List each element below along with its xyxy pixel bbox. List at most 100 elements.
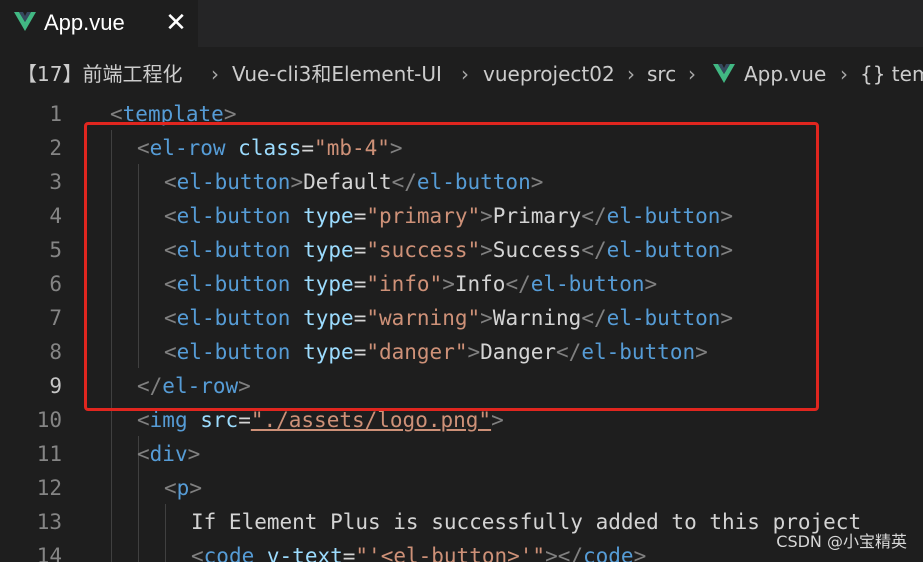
code-token-str: "danger" xyxy=(366,340,468,364)
code-token-punct: > xyxy=(187,442,201,466)
breadcrumb-item-file[interactable]: App.vue xyxy=(744,52,826,96)
code-line[interactable]: 3 <el-button>Default</el-button> xyxy=(0,165,923,199)
code-token-punct: < xyxy=(137,442,150,466)
code-token-text: = xyxy=(301,136,315,160)
breadcrumb-item-project[interactable]: vueproject02 xyxy=(483,52,615,96)
code-token-text: Warning xyxy=(492,306,582,330)
code-token-attr: type xyxy=(303,340,354,364)
code-token-text: Info xyxy=(454,272,506,296)
tab-app-vue[interactable]: App.vue ✕ xyxy=(0,0,198,47)
code-line[interactable]: 7 <el-button type="warning">Warning</el-b… xyxy=(0,301,923,335)
code-text: <template> xyxy=(110,97,236,131)
code-token-tag: img xyxy=(149,408,188,432)
code-token-punct: < xyxy=(164,306,177,330)
code-token-attr: type xyxy=(303,272,354,296)
code-token-punct: > xyxy=(480,238,493,262)
code-text: If Element Plus is successfully added to… xyxy=(191,505,861,539)
code-token-text: = xyxy=(353,238,367,262)
code-line[interactable]: 10 <img src="./assets/logo.png"> xyxy=(0,403,923,437)
code-token-punct: > xyxy=(530,170,544,194)
code-token-text: Primary xyxy=(492,204,582,228)
code-token-punct: < xyxy=(110,102,123,126)
code-token-str: "warning" xyxy=(366,306,481,330)
code-token-tag: code xyxy=(203,544,255,562)
code-token-punct: < xyxy=(164,238,177,262)
code-token-punct: </ xyxy=(581,238,607,262)
code-line[interactable]: 1 <template> xyxy=(0,97,923,131)
tab-bar: App.vue ✕ xyxy=(0,0,923,47)
code-token-tag: el-button xyxy=(176,306,291,330)
code-token-tag: div xyxy=(149,442,188,466)
code-token-punct: < xyxy=(164,340,177,364)
code-token-punct: > xyxy=(644,272,658,296)
code-text: <div> xyxy=(137,437,200,471)
code-token-punct: </ xyxy=(581,204,607,228)
breadcrumb-separator: › xyxy=(211,62,219,86)
breadcrumb-separator: › xyxy=(461,62,469,86)
code-token-attr: type xyxy=(303,306,354,330)
code-token-text: = xyxy=(238,408,251,432)
code-text: <el-row class="mb-4"> xyxy=(137,131,403,165)
code-token-tag: template xyxy=(122,102,224,126)
line-number: 5 xyxy=(49,238,62,262)
code-token-tag: el-row xyxy=(149,136,226,160)
code-line[interactable]: 8 <el-button type="danger">Danger</el-but… xyxy=(0,335,923,369)
code-token-str: "primary" xyxy=(366,204,481,228)
code-token-tag: el-button xyxy=(606,306,721,330)
line-number: 7 xyxy=(49,306,62,330)
code-line[interactable]: 9 </el-row> xyxy=(0,369,923,403)
code-token-tag: el-button xyxy=(176,238,291,262)
line-number: 1 xyxy=(49,102,62,126)
code-token-text: = xyxy=(353,306,367,330)
code-line[interactable]: 12 <p> xyxy=(0,471,923,505)
breadcrumb-item-folder[interactable]: 【17】前端工程化 xyxy=(17,52,182,96)
code-text: <el-button type="danger">Danger</el-butt… xyxy=(164,335,708,369)
code-token-punct: > xyxy=(189,476,202,500)
close-icon[interactable]: ✕ xyxy=(163,8,189,36)
code-token-punct: </ xyxy=(505,272,531,296)
line-number: 13 xyxy=(36,510,62,534)
code-text: <p> xyxy=(164,471,202,505)
vue-icon xyxy=(713,64,735,83)
line-number: 2 xyxy=(49,136,62,160)
code-token-punct: > xyxy=(480,204,493,228)
code-token-punct: ></ xyxy=(545,544,583,562)
breadcrumb-item-src[interactable]: src xyxy=(647,52,676,96)
breadcrumb-separator: › xyxy=(688,62,696,86)
code-token-str: "info" xyxy=(366,272,443,296)
line-number: 6 xyxy=(49,272,62,296)
breadcrumb: 【17】前端工程化 › Vue-cli3和Element-UI › vuepro… xyxy=(0,52,923,96)
line-number: 8 xyxy=(49,340,62,364)
code-token-attr: src xyxy=(200,408,239,432)
code-line[interactable]: 2 <el-row class="mb-4"> xyxy=(0,131,923,165)
code-token-text: = xyxy=(342,544,356,562)
code-line[interactable]: 4 <el-button type="primary">Primary</el-b… xyxy=(0,199,923,233)
code-token-punct: < xyxy=(164,476,177,500)
breadcrumb-item-subfolder[interactable]: Vue-cli3和Element-UI xyxy=(232,52,442,96)
code-token-tag: el-button xyxy=(581,340,696,364)
breadcrumb-item-symbol[interactable]: {} tem xyxy=(860,52,923,96)
code-token-tag: p xyxy=(176,476,190,500)
code-line[interactable]: 11 <div> xyxy=(0,437,923,471)
code-token-text: = xyxy=(353,272,367,296)
code-editor[interactable]: 1 <template> 2 <el-row class="mb-4"> 3 <el-bu… xyxy=(0,96,923,562)
code-text: <el-button type="info">Info</el-button> xyxy=(164,267,657,301)
code-line[interactable]: 6 <el-button type="info">Info</el-button> xyxy=(0,267,923,301)
code-line[interactable]: 5 <el-button type="success">Success</el-b… xyxy=(0,233,923,267)
code-token-punct: > xyxy=(720,238,734,262)
code-text: <el-button type="success">Success</el-bu… xyxy=(164,233,733,267)
code-token-str: "mb-4" xyxy=(314,136,390,160)
code-token-attr: class xyxy=(238,136,302,160)
code-token-attr: type xyxy=(303,204,354,228)
code-token-punct: > xyxy=(238,374,251,398)
code-token-punct: </ xyxy=(581,306,607,330)
code-token-text: Default xyxy=(303,170,392,194)
line-number: 14 xyxy=(36,544,62,562)
code-token-punct: > xyxy=(223,102,237,126)
